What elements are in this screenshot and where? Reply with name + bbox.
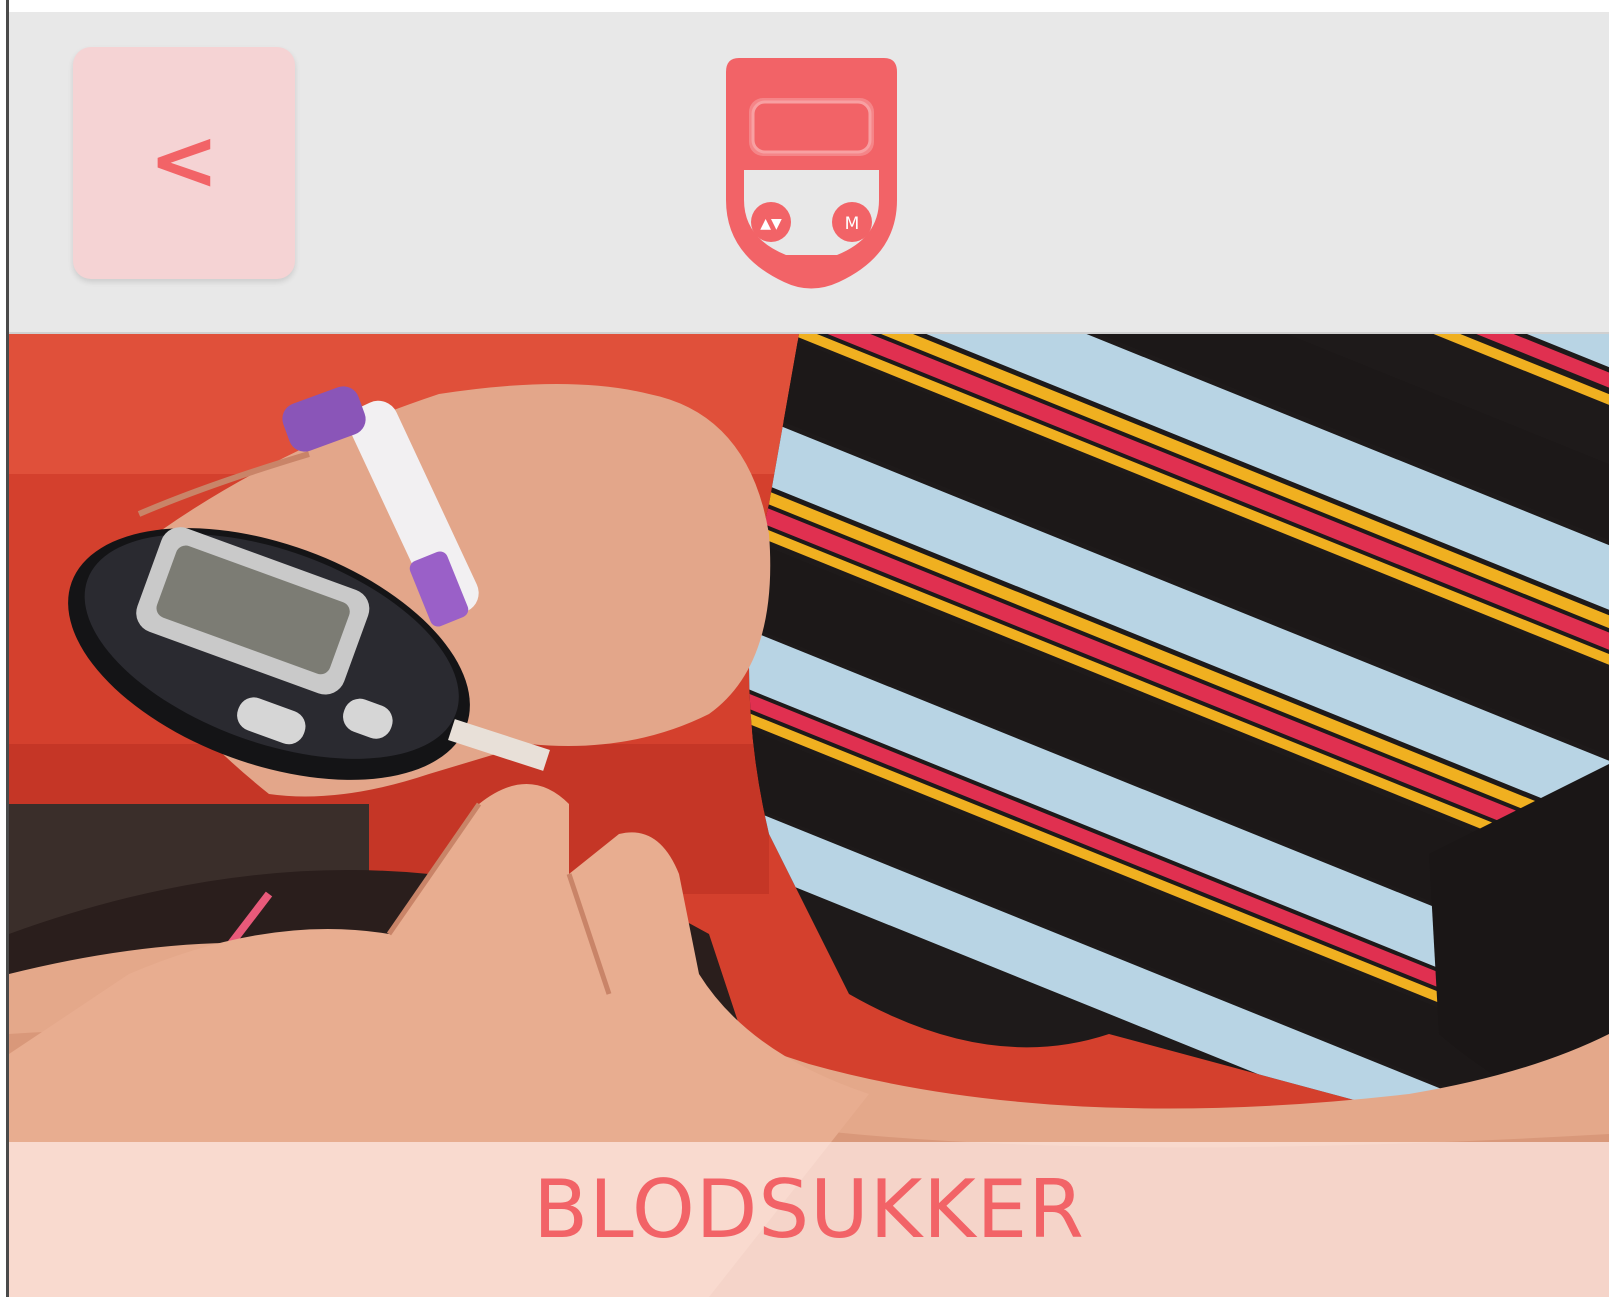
logo-arrows-label: ▲▼ <box>760 216 782 232</box>
section-title: BLODSUKKER <box>533 1163 1085 1256</box>
section-title-band[interactable]: BLODSUKKER <box>9 1142 1609 1297</box>
back-button[interactable]: < <box>73 47 295 279</box>
glucose-meter-icon: ▲▼ M <box>726 58 897 289</box>
header-bar: < ▲▼ M <box>9 12 1609 334</box>
app-screen: < ▲▼ M BLODSUKKER <box>0 0 1613 1297</box>
logo-m-label: M <box>845 214 860 234</box>
back-icon: < <box>148 111 220 209</box>
